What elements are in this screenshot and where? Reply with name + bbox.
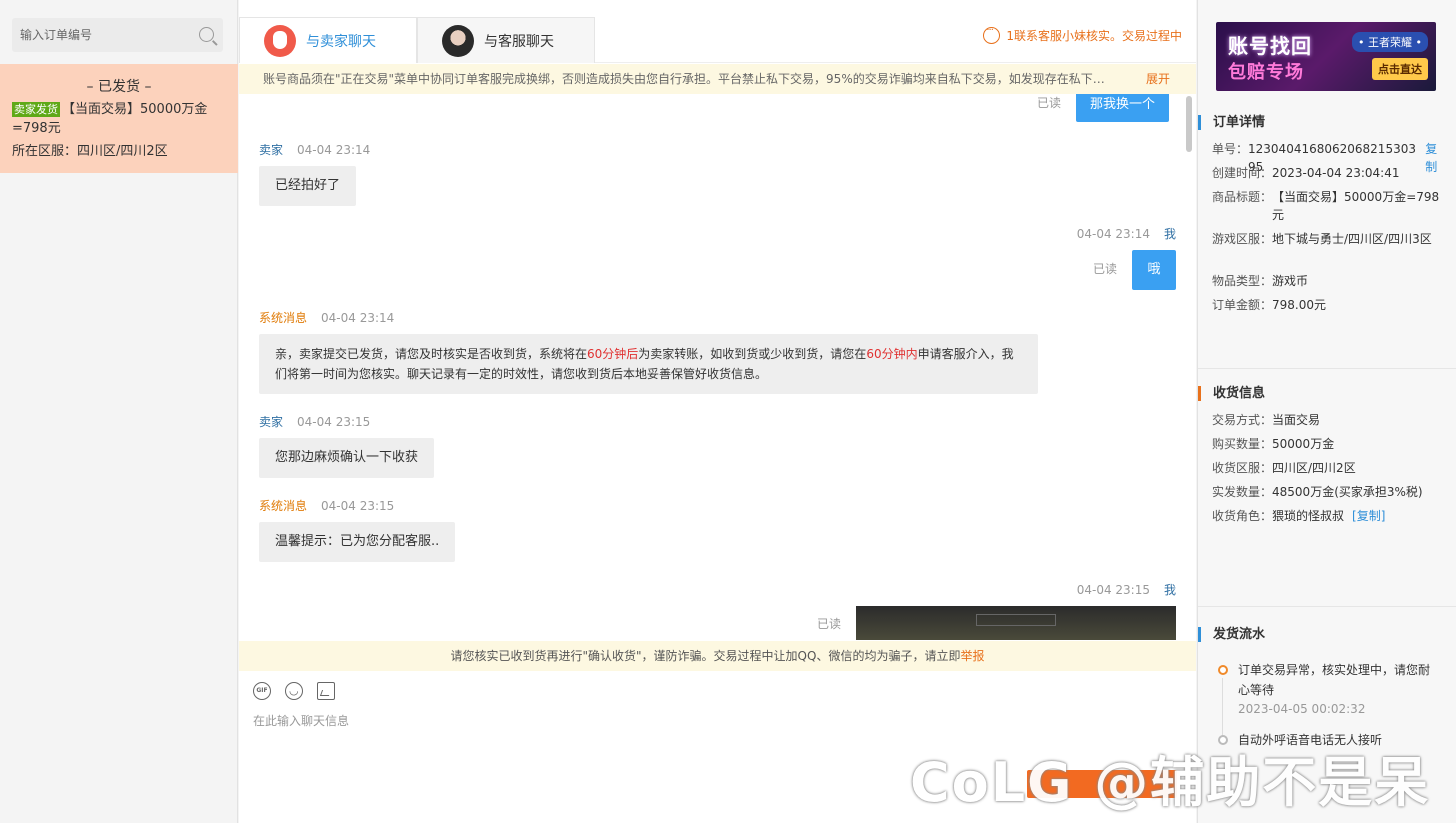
divider xyxy=(1198,606,1456,607)
tab-chat-seller[interactable]: 与卖家聊天 xyxy=(239,17,417,63)
rabbit-avatar-icon xyxy=(264,24,296,57)
report-link[interactable]: 举报 xyxy=(960,649,984,663)
seller-ship-badge: 卖家发货 xyxy=(12,102,60,117)
read-indicator: 已读 xyxy=(1093,262,1118,276)
copy-role-button[interactable]: [复制] xyxy=(1352,507,1385,525)
service-avatar xyxy=(442,24,474,57)
message-meta: 04-04 23:15 我 xyxy=(1063,581,1176,598)
image-content xyxy=(976,614,1056,626)
emoji-icon[interactable] xyxy=(285,682,303,700)
order-amount: 798.00 xyxy=(1272,298,1315,312)
trade-notice-banner: 账号商品须在"正在交易"菜单中协同订单客服完成换绑，否则造成损失由您自行承担。平… xyxy=(239,64,1196,94)
me-label: 我 xyxy=(1163,583,1176,597)
watermark: CoLG @辅助不是呆 xyxy=(910,751,1431,814)
search-icon[interactable] xyxy=(199,27,214,42)
item-type-row: 物品类型： 游戏币 xyxy=(1212,274,1309,288)
message-meta: 卖家 04-04 23:14 xyxy=(259,141,370,158)
goods-title-row: 商品标题： 【当面交易】50000万金=798元 xyxy=(1212,190,1440,222)
tab-label: 与卖家聊天 xyxy=(306,33,376,50)
receive-info-title: 收货信息 xyxy=(1198,386,1265,401)
image-message[interactable] xyxy=(856,606,1176,640)
sender-name: 卖家 xyxy=(259,415,284,429)
me-label: 我 xyxy=(1163,227,1176,241)
flow-item: 订单交易异常，核实处理中，请您耐心等待 2023-04-05 00:02:32 xyxy=(1218,660,1438,718)
chat-bubble-seller: 已经拍好了 xyxy=(259,166,357,206)
message-meta: 系统消息 04-04 23:14 xyxy=(259,309,394,326)
chat-bubble-me: 那我换一个 xyxy=(1076,94,1170,122)
image-upload-icon[interactable] xyxy=(317,682,335,700)
chat-toolbar: GIF xyxy=(253,682,335,700)
created-time-row: 创建时间： 2023-04-04 23:04:41 xyxy=(1212,166,1400,180)
message-time: 04-04 23:14 xyxy=(321,311,395,325)
chat-panel: 与卖家聊天 与客服聊天 1联系客服小妹核实。交易过程中 账号商品须在"正在交易"… xyxy=(239,0,1196,823)
chat-bubble-me: 哦 xyxy=(1132,250,1176,290)
actual-qty-row: 实发数量： 48500 万金(买家承担3%税) xyxy=(1212,485,1423,499)
sender-name: 系统消息 xyxy=(259,311,308,325)
message-list[interactable]: 已读 那我换一个 卖家 04-04 23:14 已经拍好了 04-04 23:14… xyxy=(239,94,1196,640)
chat-bubble-icon xyxy=(983,25,1001,44)
banner-title: 账号找回 xyxy=(1228,34,1312,58)
trade-notice-text: 账号商品须在"正在交易"菜单中协同订单客服完成换绑，否则造成损失由您自行承担。平… xyxy=(263,72,1113,86)
highlight-text: 60分钟后 xyxy=(587,347,639,361)
chat-bubble-seller: 您那边麻烦确认一下收获 xyxy=(259,438,435,478)
order-search-box[interactable] xyxy=(12,18,223,52)
flow-dot-icon xyxy=(1218,665,1228,675)
receive-server-row: 收货区服： 四川区/四川2区 xyxy=(1212,461,1356,475)
purchase-qty-row: 购买数量： 50000万金 xyxy=(1212,437,1335,451)
system-message-bubble: 温馨提示：已为您分配客服.. xyxy=(259,522,456,562)
promo-banner[interactable]: 账号找回 包赔专场 • 王者荣耀 • 点击直达 xyxy=(1216,22,1436,91)
order-amount-row: 订单金额： 798.00 元 xyxy=(1212,298,1327,312)
message-time: 04-04 23:14 xyxy=(297,143,371,157)
sender-name: 卖家 xyxy=(259,143,284,157)
receive-role-row: 收货角色： 猥琐的怪叔叔 [复制] xyxy=(1212,507,1386,525)
message-time: 04-04 23:14 xyxy=(1076,227,1150,241)
expand-link[interactable]: 展开 xyxy=(1146,64,1170,94)
shipping-flow-title: 发货流水 xyxy=(1198,627,1265,642)
system-message-bubble: 亲，卖家提交已发货，请您及时核实是否收到货，系统将在60分钟后为卖家转账，如收到… xyxy=(259,334,1038,394)
order-status: – 已发货 – xyxy=(86,79,152,95)
confirm-receipt-notice: 请您核实已收到货再进行"确认收货"，谨防诈骗。交易过程中让加QQ、微信的均为骗子… xyxy=(239,641,1196,671)
message-time: 04-04 23:15 xyxy=(1076,583,1150,597)
order-detail-panel: 账号找回 包赔专场 • 王者荣耀 • 点击直达 订单详情 单号： 1230404… xyxy=(1197,0,1456,823)
chat-scrollbar[interactable] xyxy=(1186,96,1192,152)
order-list-item[interactable]: – 已发货 – 卖家发货 【当面交易】50000万金=798元 所在区服：四川区/… xyxy=(0,64,238,173)
order-server: 所在区服：四川区/四川2区 xyxy=(12,144,168,159)
divider xyxy=(1198,368,1456,369)
message-time: 04-04 23:15 xyxy=(321,499,395,513)
banner-game-tag: • 王者荣耀 • xyxy=(1352,32,1428,52)
game-server-row: 游戏区服： 地下城与勇士/四川区/四川3区 xyxy=(1212,232,1432,246)
tab-label: 与客服聊天 xyxy=(484,33,554,50)
message-time: 04-04 23:15 xyxy=(297,415,371,429)
gif-icon[interactable]: GIF xyxy=(253,682,271,700)
tab-chat-service[interactable]: 与客服聊天 xyxy=(417,17,595,63)
order-title: 卖家发货 【当面交易】50000万金=798元 xyxy=(12,100,226,138)
order-search-input[interactable] xyxy=(12,18,182,52)
banner-subtitle: 包赔专场 xyxy=(1228,62,1304,83)
banner-cta-button[interactable]: 点击直达 xyxy=(1372,58,1428,80)
trade-method-row: 交易方式： 当面交易 xyxy=(1212,413,1321,427)
highlight-text: 60分钟内 xyxy=(866,347,918,361)
order-list-panel: – 已发货 – 卖家发货【当面交易】50000万金=798元 所在区服：四川区/… xyxy=(0,0,238,823)
order-detail-title: 订单详情 xyxy=(1198,115,1265,130)
contact-service-link[interactable]: 1联系客服小妹核实。交易过程中 xyxy=(983,25,1182,44)
message-meta: 卖家 04-04 23:15 xyxy=(259,413,370,430)
sender-name: 系统消息 xyxy=(259,499,308,513)
read-indicator: 已读 xyxy=(1037,96,1062,110)
message-meta: 04-04 23:14 我 xyxy=(1063,225,1176,242)
read-indicator: 已读 xyxy=(817,617,842,631)
message-meta: 系统消息 04-04 23:15 xyxy=(259,497,394,514)
